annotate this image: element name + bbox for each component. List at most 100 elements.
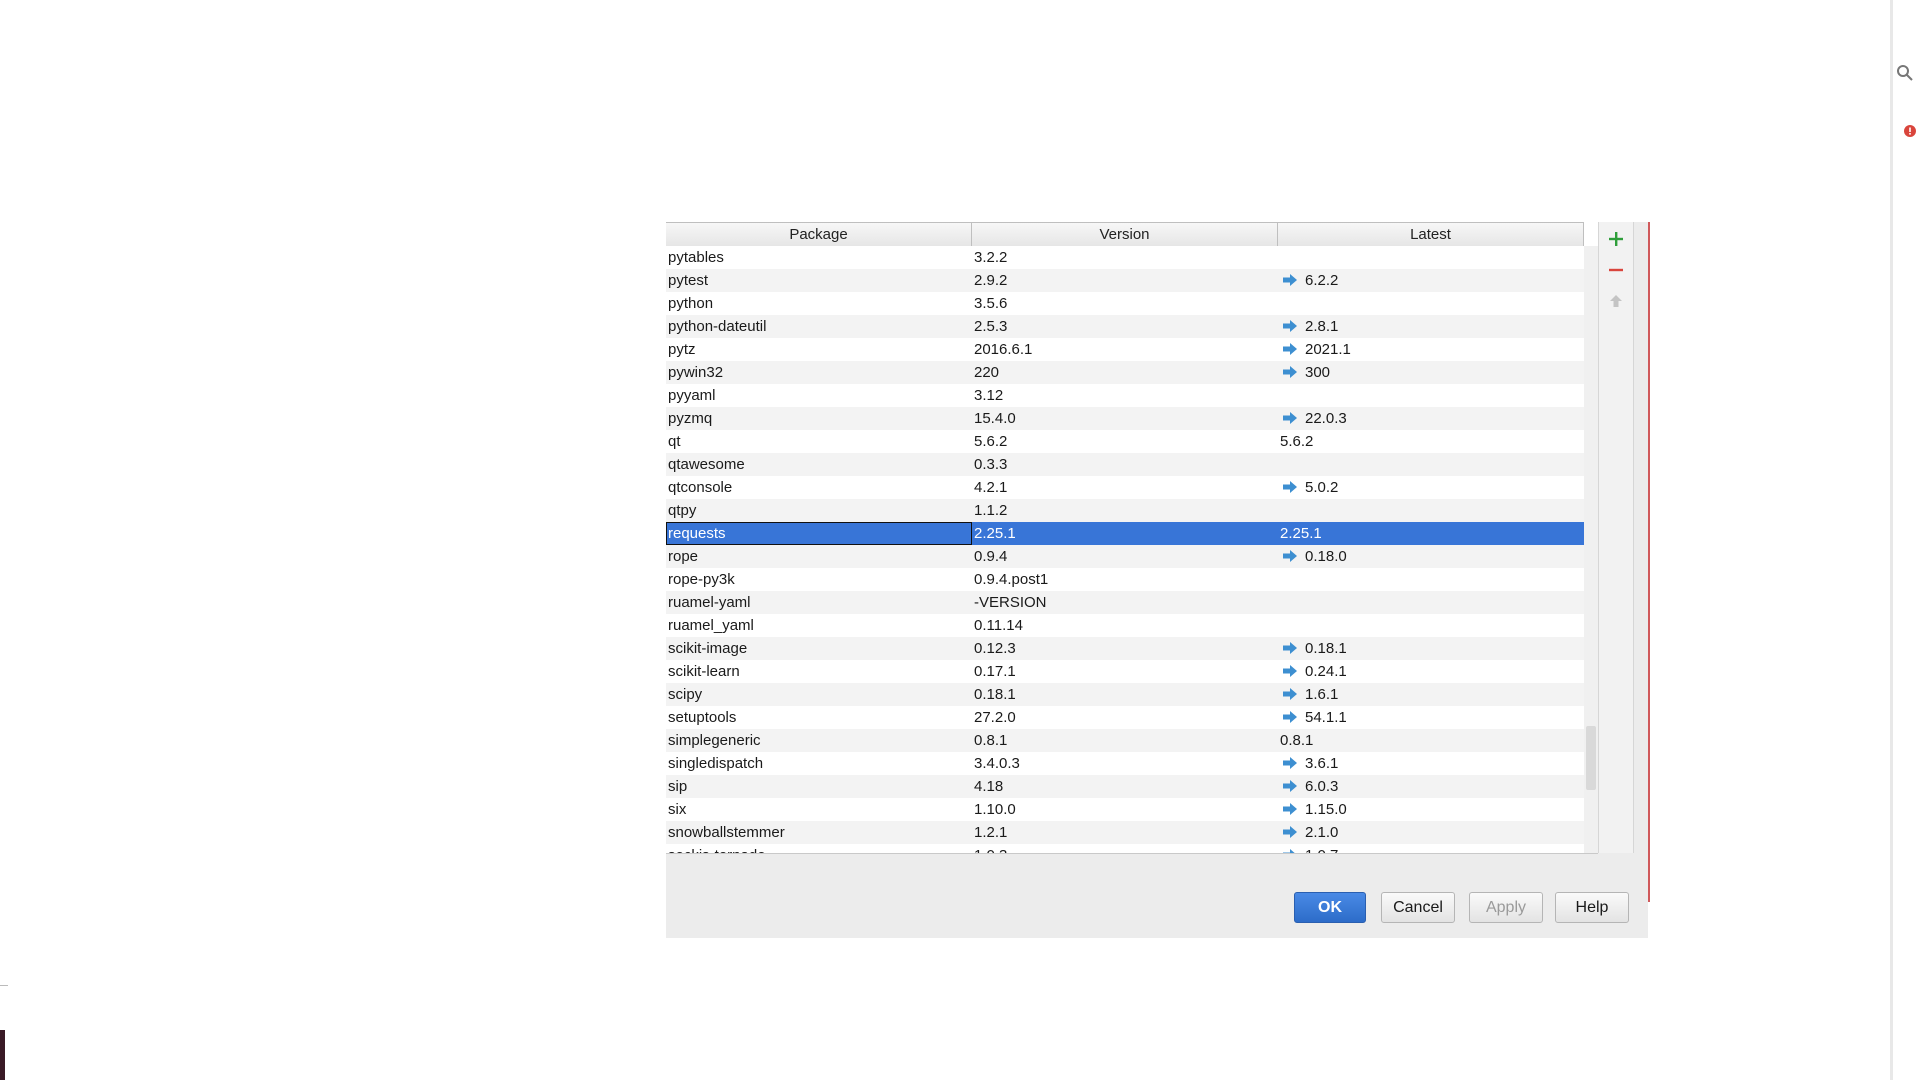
table-row[interactable]: qt 5.6.2 5.6.2 [666, 430, 1584, 453]
latest-version-label: 54.1.1 [1305, 709, 1347, 726]
latest-version-label: 0.18.0 [1305, 548, 1347, 565]
latest-cell [1278, 384, 1584, 407]
package-name-cell: qt [668, 433, 681, 450]
scrollbar-thumb[interactable] [1586, 726, 1596, 790]
latest-cell: 22.0.3 [1278, 407, 1584, 430]
package-name-cell: rope [668, 548, 699, 565]
package-name-cell: setuptools [668, 709, 737, 726]
latest-cell: 5.6.2 [1278, 430, 1584, 453]
upgrade-arrow-icon [1283, 343, 1297, 355]
plus-icon[interactable] [1607, 230, 1625, 248]
help-button[interactable]: Help [1555, 892, 1629, 923]
package-settings-dialog: Package Version Latest pytables 3.2.2 pyte… [666, 222, 1648, 938]
table-row[interactable]: qtawesome 0.3.3 [666, 453, 1584, 476]
table-row[interactable]: simplegeneric 0.8.1 0.8.1 [666, 729, 1584, 752]
table-row[interactable]: scipy 0.18.1 1.6.1 [666, 683, 1584, 706]
table-row[interactable]: rope-py3k 0.9.4.post1 [666, 568, 1584, 591]
version-cell: 0.8.1 [974, 732, 1008, 749]
table-row[interactable]: pywin32 220 300 [666, 361, 1584, 384]
latest-cell [1278, 591, 1584, 614]
ok-button[interactable]: OK [1294, 892, 1366, 923]
apply-button[interactable]: Apply [1469, 892, 1543, 923]
table-row[interactable]: requests 2.25.1 2.25.1 [666, 522, 1584, 545]
table-row[interactable]: pytables 3.2.2 [666, 246, 1584, 269]
table-body: pytables 3.2.2 pytest 2.9.2 6.2.2 python 3.5.6… [666, 246, 1584, 853]
latest-cell [1278, 453, 1584, 476]
latest-version-label: 1.0.7 [1305, 847, 1338, 853]
latest-version-label: 2021.1 [1305, 341, 1351, 358]
version-cell: 3.5.6 [974, 295, 1008, 312]
column-header-latest[interactable]: Latest [1278, 223, 1584, 246]
version-cell: 4.2.1 [974, 479, 1008, 496]
version-cell: 5.6.2 [974, 433, 1008, 450]
latest-cell: 2021.1 [1278, 338, 1584, 361]
latest-version-label: 1.15.0 [1305, 801, 1347, 818]
latest-version-label: 2.8.1 [1305, 318, 1339, 335]
package-name-cell: pyyaml [668, 387, 716, 404]
upgrade-arrow-icon [1283, 849, 1295, 853]
version-cell: 2.9.2 [974, 272, 1008, 289]
vertical-scrollbar[interactable] [1584, 246, 1598, 853]
table-row[interactable]: pytest 2.9.2 6.2.2 [666, 269, 1584, 292]
table-row[interactable]: ruamel-yaml -VERSION [666, 591, 1584, 614]
package-name-cell: ruamel-yaml [668, 594, 751, 611]
version-cell: -VERSION [974, 594, 1047, 611]
version-cell: 0.9.4.post1 [974, 571, 1049, 588]
minus-icon[interactable] [1607, 261, 1625, 279]
latest-version-label: 6.0.3 [1305, 778, 1339, 795]
error-icon[interactable] [1904, 124, 1916, 141]
table-row[interactable]: pyzmq 15.4.0 22.0.3 [666, 407, 1584, 430]
version-cell: 15.4.0 [974, 410, 1016, 427]
table-row[interactable]: rope 0.9.4 0.18.0 [666, 545, 1584, 568]
latest-cell [1278, 246, 1584, 269]
version-cell: 1.1.2 [974, 502, 1008, 519]
latest-cell: 0.18.0 [1278, 545, 1584, 568]
table-row[interactable]: six 1.10.0 1.15.0 [666, 798, 1584, 821]
upgrade-arrow-icon [1283, 688, 1297, 700]
package-name-cell: pyzmq [668, 410, 713, 427]
version-cell: 1.0.3 [972, 844, 1278, 853]
table-row[interactable]: python-dateutil 2.5.3 2.8.1 [666, 315, 1584, 338]
table-row[interactable]: ruamel_yaml 0.11.14 [666, 614, 1584, 637]
latest-version-label: 5.6.2 [1280, 433, 1314, 450]
divider [0, 985, 8, 986]
upgrade-arrow-icon [1283, 274, 1297, 286]
table-row[interactable]: sip 4.18 6.0.3 [666, 775, 1584, 798]
package-name-cell: python-dateutil [668, 318, 767, 335]
upgrade-arrow-icon [1283, 711, 1297, 723]
table-row[interactable]: sockjs-tornado1.0.3 1.0.7 [666, 844, 1584, 853]
table-row[interactable]: snowballstemmer 1.2.1 2.1.0 [666, 821, 1584, 844]
latest-version-label: 22.0.3 [1305, 410, 1347, 427]
table-row[interactable]: singledispatch 3.4.0.3 3.6.1 [666, 752, 1584, 775]
latest-cell [1278, 568, 1584, 591]
up-arrow-icon[interactable] [1607, 292, 1625, 310]
column-header-package[interactable]: Package [666, 223, 972, 246]
upgrade-arrow-icon [1283, 642, 1297, 654]
package-name-cell: requests [666, 522, 972, 545]
package-name-cell: scikit-image [668, 640, 748, 657]
package-name-cell: qtpy [668, 502, 697, 519]
upgrade-arrow-icon [1283, 412, 1297, 424]
latest-cell: 0.8.1 [1278, 729, 1584, 752]
version-cell: 2.5.3 [974, 318, 1008, 335]
table-row[interactable]: scikit-learn 0.17.1 0.24.1 [666, 660, 1584, 683]
column-header-version[interactable]: Version [972, 223, 1278, 246]
table-row[interactable]: setuptools 27.2.0 54.1.1 [666, 706, 1584, 729]
latest-cell: 2.1.0 [1278, 821, 1584, 844]
table-row[interactable]: pytz 2016.6.1 2021.1 [666, 338, 1584, 361]
table-row[interactable]: python 3.5.6 [666, 292, 1584, 315]
package-name-cell: pytest [668, 272, 709, 289]
table-row[interactable]: qtpy 1.1.2 [666, 499, 1584, 522]
latest-version-label: 5.0.2 [1305, 479, 1339, 496]
latest-cell [1278, 499, 1584, 522]
version-cell: 0.17.1 [974, 663, 1016, 680]
package-name-cell: python [668, 295, 714, 312]
table-row[interactable]: pyyaml 3.12 [666, 384, 1584, 407]
table-row[interactable]: qtconsole 4.2.1 5.0.2 [666, 476, 1584, 499]
package-name-cell: singledispatch [668, 755, 764, 772]
version-cell: 0.18.1 [974, 686, 1016, 703]
search-icon[interactable] [1896, 64, 1914, 86]
table-row[interactable]: scikit-image 0.12.3 0.18.1 [666, 637, 1584, 660]
version-cell: 3.12 [974, 387, 1004, 404]
cancel-button[interactable]: Cancel [1381, 892, 1455, 923]
